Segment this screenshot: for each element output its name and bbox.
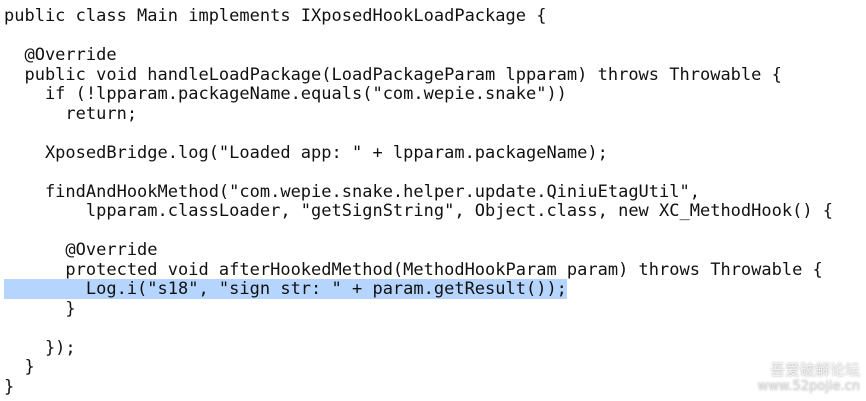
code-line-8: XposedBridge.log("Loaded app: " + lppara… <box>4 143 608 163</box>
code-line-6: return; <box>4 104 138 124</box>
code-editor[interactable]: public class Main implements IXposedHook… <box>0 0 866 401</box>
watermark-title: 吾爱破解论坛 <box>769 361 860 379</box>
code-line-10: findAndHookMethod("com.wepie.snake.helpe… <box>4 182 700 202</box>
code-line-19: } <box>4 357 35 377</box>
site-watermark: 吾爱破解论坛 www.52pojie.cn <box>758 361 860 395</box>
code-line-16: } <box>4 299 76 319</box>
code-line-14: protected void afterHookedMethod(MethodH… <box>4 260 823 280</box>
code-line-1: public class Main implements IXposedHook… <box>4 6 547 26</box>
code-line-11: lpparam.classLoader, "getSignString", Ob… <box>4 201 834 221</box>
code-line-20: } <box>4 377 15 397</box>
code-line-13: @Override <box>4 240 158 260</box>
code-line-3: @Override <box>4 45 117 65</box>
code-line-15-selected[interactable]: Log.i("s18", "sign str: " + param.getRes… <box>4 279 567 299</box>
code-line-18: }); <box>4 338 76 358</box>
watermark-url: www.52pojie.cn <box>757 379 860 394</box>
code-line-5: if (!lpparam.packageName.equals("com.wep… <box>4 84 567 104</box>
code-line-4: public void handleLoadPackage(LoadPackag… <box>4 65 782 85</box>
